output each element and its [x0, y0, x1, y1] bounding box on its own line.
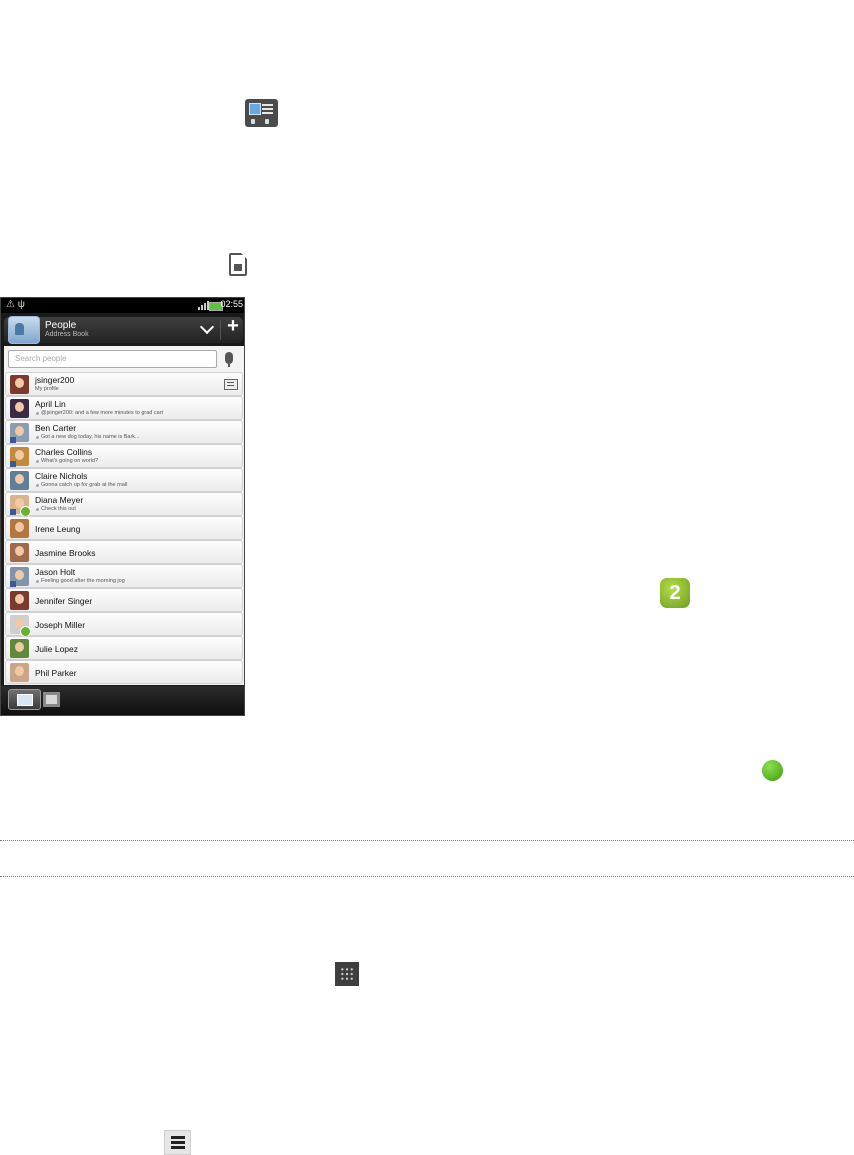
- microphone-icon[interactable]: [225, 352, 233, 367]
- avatar: [10, 399, 29, 418]
- contact-row-april-lin[interactable]: April Lin @jsinger200: and a few more mi…: [5, 396, 243, 420]
- contact-name: Diana Meyer: [35, 495, 84, 505]
- tab-all-contacts[interactable]: [8, 689, 41, 710]
- avatar: [10, 471, 29, 490]
- tab-groups[interactable]: [43, 692, 60, 707]
- search-input[interactable]: Search people: [8, 350, 217, 368]
- facebook-icon: [10, 509, 16, 515]
- divider-top: [0, 840, 854, 841]
- chevron-down-icon[interactable]: [199, 319, 215, 335]
- contact-row-julie-lopez[interactable]: Julie Lopez: [5, 636, 243, 660]
- sim-card-icon: [229, 253, 247, 276]
- contact-status: Check this out: [36, 506, 76, 512]
- avatar: [10, 543, 29, 562]
- people-app-screenshot: ⚠ ψ 02:55 People Address Book + Search p…: [0, 297, 245, 716]
- contact-status: My profile: [35, 386, 59, 392]
- contact-name: Irene Leung: [35, 524, 81, 534]
- contact-status: What's going on world?: [36, 458, 98, 464]
- header-divider: [220, 320, 221, 340]
- avatar: [10, 375, 29, 394]
- contact-name: Ben Carter: [35, 423, 77, 433]
- contact-row-claire-nichols[interactable]: Claire Nichols Gonna catch up for grab a…: [5, 468, 243, 492]
- contact-list: Search people jsinger200 My profile Apri…: [4, 346, 244, 685]
- badge-two: 2: [660, 578, 690, 608]
- contact-status: Gonna catch up for grab at the mall: [35, 482, 128, 488]
- contact-status: @jsinger200: and a few more minutes to g…: [35, 410, 164, 416]
- menu-icon: [164, 1130, 191, 1155]
- warning-usb-icons: ⚠ ψ: [6, 299, 25, 310]
- contact-name: Claire Nichols: [35, 471, 88, 481]
- search-placeholder: Search people: [15, 354, 67, 363]
- divider-bottom: [0, 876, 854, 877]
- people-header: People Address Book +: [4, 315, 243, 344]
- contact-row-irene-leung[interactable]: Irene Leung: [5, 516, 243, 540]
- contact-status: Feeling good after the morning jog: [36, 578, 125, 584]
- all-apps-icon: [335, 962, 359, 986]
- contact-row-joseph-miller[interactable]: Joseph Miller: [5, 612, 243, 637]
- contact-row-charles-collins[interactable]: Charles Collins What's going on world?: [5, 444, 243, 468]
- vcard-icon[interactable]: [224, 379, 238, 390]
- contact-name: Charles Collins: [35, 447, 93, 457]
- contact-name: jsinger200: [35, 375, 75, 385]
- bottom-tab-bar: [1, 686, 244, 715]
- contact-card-icon: [245, 99, 278, 127]
- contact-name: Jasmine Brooks: [35, 548, 96, 558]
- contact-row-jason-holt[interactable]: Jason Holt Feeling good after the mornin…: [5, 564, 243, 588]
- contact-row-diana-meyer[interactable]: Diana Meyer Check this out: [5, 492, 243, 517]
- add-contact-button[interactable]: +: [224, 315, 242, 338]
- people-app-icon: [8, 316, 40, 344]
- contact-status: Got a new dog today, his name is Bark...: [36, 434, 140, 440]
- contact-name: Joseph Miller: [35, 620, 86, 630]
- contact-name: Jason Holt: [35, 567, 76, 577]
- contact-row-phil-parker[interactable]: Phil Parker: [5, 660, 243, 684]
- avatar: [10, 591, 29, 610]
- contact-row-jasmine-brooks[interactable]: Jasmine Brooks: [5, 540, 243, 564]
- avatar: [10, 663, 29, 682]
- signal-icon: [198, 301, 209, 310]
- avatar: [10, 519, 29, 538]
- status-time: 02:55: [220, 299, 243, 309]
- contact-name: Phil Parker: [35, 668, 77, 678]
- contact-row-jsinger200[interactable]: jsinger200 My profile: [5, 372, 243, 396]
- online-status-icon: [762, 760, 783, 781]
- contact-name: April Lin: [35, 399, 66, 409]
- contact-name: Julie Lopez: [35, 644, 79, 654]
- header-title: People: [45, 320, 77, 331]
- facebook-icon: [10, 461, 16, 467]
- facebook-icon: [10, 437, 16, 443]
- contact-row-jennifer-singer[interactable]: Jennifer Singer: [5, 588, 243, 612]
- contact-row-ben-carter[interactable]: Ben Carter Got a new dog today, his name…: [5, 420, 243, 444]
- facebook-icon: [10, 581, 16, 587]
- header-subtitle: Address Book: [45, 331, 89, 338]
- status-bar: ⚠ ψ 02:55: [1, 298, 244, 313]
- contact-name: Jennifer Singer: [35, 596, 93, 606]
- avatar: [10, 639, 29, 658]
